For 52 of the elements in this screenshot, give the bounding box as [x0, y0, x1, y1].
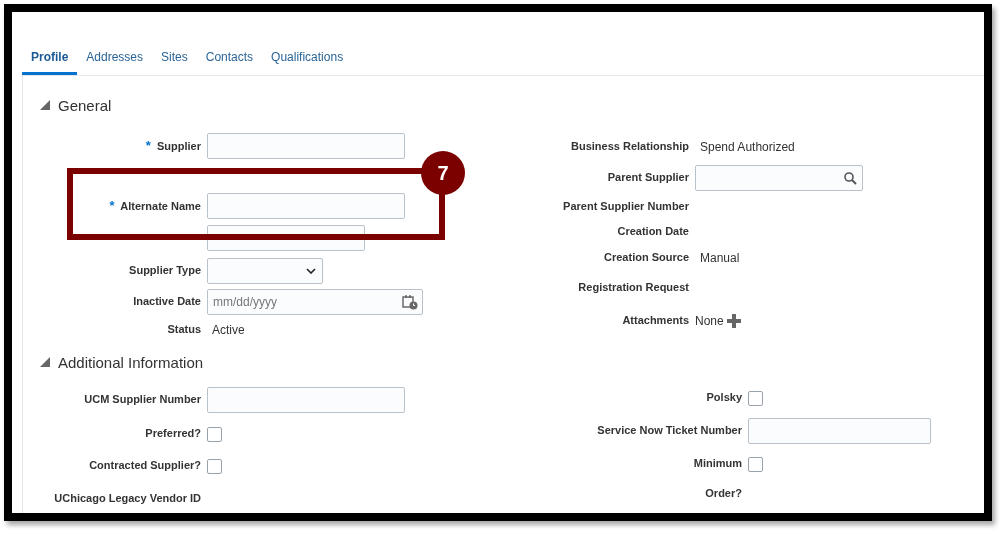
field-label: Status — [167, 323, 201, 336]
input-field[interactable] — [207, 193, 405, 219]
field-value: Spend Authorized — [700, 140, 795, 154]
field-label: Parent Supplier — [607, 171, 689, 184]
tab[interactable]: Sites — [152, 44, 197, 75]
field-label: Parent Supplier Number — [563, 199, 689, 212]
field-label: Supplier Type — [129, 263, 201, 276]
tab[interactable]: Qualifications — [262, 44, 353, 75]
collapse-triangle-icon[interactable] — [40, 100, 50, 110]
field-label: Inactive Date — [133, 295, 201, 308]
step-number-badge: 7 — [421, 151, 465, 195]
search-field[interactable] — [695, 165, 863, 191]
field-label: Creation Date — [617, 224, 689, 237]
chevron-down-icon — [306, 267, 316, 274]
field-label: Preferred? — [145, 427, 201, 440]
field-label: Polsky — [706, 391, 742, 404]
field-label: Supplier — [157, 140, 201, 153]
calendar-icon[interactable] — [402, 294, 418, 310]
field-label: Creation Source — [604, 250, 689, 263]
field-label: Order? — [705, 487, 742, 500]
tab[interactable]: Contacts — [196, 44, 263, 75]
section-title: Additional Information — [58, 353, 204, 371]
input-field[interactable] — [207, 133, 405, 159]
checkbox[interactable] — [748, 390, 763, 406]
tab[interactable]: Profile — [22, 44, 78, 75]
collapse-triangle-icon[interactable] — [40, 357, 50, 367]
required-asterisk: * — [109, 198, 115, 214]
date-field[interactable]: mm/dd/yyyy — [207, 289, 423, 315]
checkbox[interactable] — [748, 456, 763, 472]
field-label: UChicago Legacy Vendor ID — [54, 492, 201, 505]
placeholder-text: mm/dd/yyyy — [213, 295, 277, 309]
required-asterisk: * — [145, 138, 151, 154]
field-label: Registration Request — [578, 281, 689, 294]
input-field[interactable] — [207, 387, 405, 413]
field-label: Service Now Ticket Number — [597, 424, 742, 437]
section-title: General — [58, 96, 112, 114]
field-label: Minimum — [693, 457, 742, 470]
field-value: Active — [212, 323, 245, 337]
plus-icon[interactable] — [726, 314, 741, 328]
field-label: Attachments — [622, 314, 689, 327]
field-label: UCM Supplier Number — [84, 393, 201, 406]
search-icon[interactable] — [844, 171, 857, 185]
field-value: Manual — [700, 250, 740, 265]
dropdown-field[interactable] — [207, 257, 323, 284]
input-field[interactable] — [748, 418, 931, 444]
field-label: Contracted Supplier? — [89, 459, 201, 472]
field-value: None — [695, 314, 724, 328]
field-label: Alternate Name — [120, 200, 201, 213]
field-label: Business Relationship — [571, 140, 689, 153]
tab[interactable]: Addresses — [77, 44, 153, 75]
checkbox[interactable] — [207, 426, 222, 442]
checkbox[interactable] — [207, 458, 222, 474]
